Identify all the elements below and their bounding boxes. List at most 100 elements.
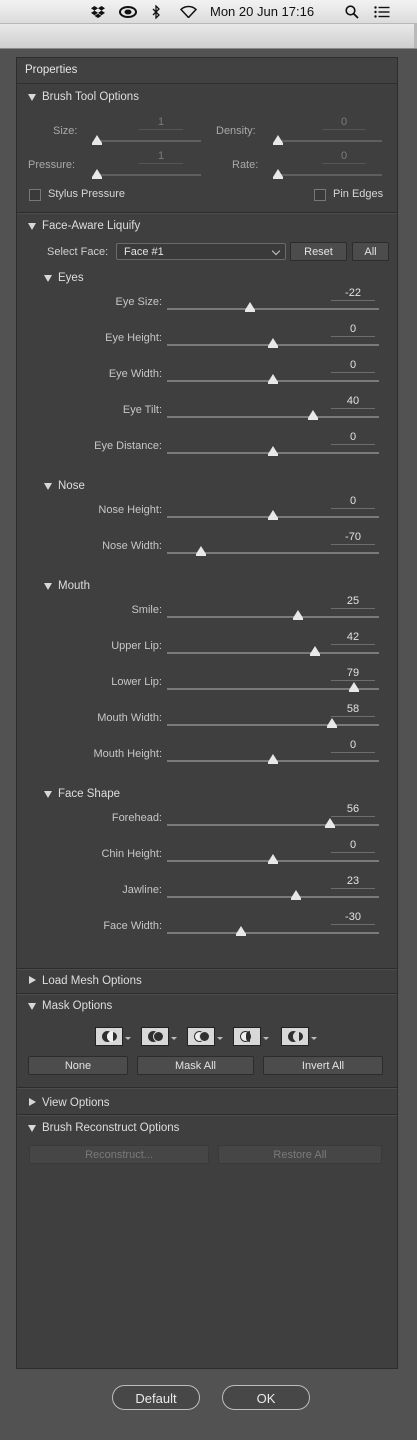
density-slider-thumb[interactable]: [273, 135, 283, 145]
eye-width-slider-thumb[interactable]: [268, 374, 278, 384]
smile-slider-track[interactable]: [167, 616, 379, 618]
collapse-triangle-icon[interactable]: [28, 223, 36, 230]
wifi-icon[interactable]: [178, 3, 198, 20]
chin-height-value[interactable]: 0: [331, 838, 375, 853]
chin-height-slider-thumb[interactable]: [268, 854, 278, 864]
subtract-from-selection-icon[interactable]: [187, 1027, 215, 1046]
lower-lip-value[interactable]: 79: [331, 666, 375, 681]
eye-tilt-slider-track[interactable]: [167, 416, 379, 418]
chevron-down-icon[interactable]: [125, 1037, 131, 1040]
upper-lip-value[interactable]: 42: [331, 630, 375, 645]
replace-selection-icon[interactable]: [95, 1027, 123, 1046]
nose-width-slider-thumb[interactable]: [196, 546, 206, 556]
chevron-down-icon[interactable]: [311, 1037, 317, 1040]
eye-distance-value[interactable]: 0: [331, 430, 375, 445]
upper-lip-slider-track[interactable]: [167, 652, 379, 654]
select-face-dropdown[interactable]: Face #1: [116, 243, 286, 260]
face-width-value[interactable]: -30: [331, 910, 375, 925]
eye-size-value[interactable]: -22: [331, 286, 375, 301]
mouth-width-value[interactable]: 58: [331, 702, 375, 717]
face-shape-group-title[interactable]: Face Shape: [58, 788, 120, 800]
forehead-value[interactable]: 56: [331, 802, 375, 817]
size-slider-track[interactable]: [97, 140, 201, 142]
nose-group-title[interactable]: Nose: [58, 480, 85, 492]
brush-tool-options-title[interactable]: Brush Tool Options: [42, 91, 139, 103]
reset-button[interactable]: Reset: [290, 242, 347, 261]
load-mesh-options-title[interactable]: Load Mesh Options: [42, 975, 142, 987]
dropbox-icon[interactable]: [90, 3, 106, 20]
restore-all-button[interactable]: Restore All: [218, 1145, 382, 1164]
nose-height-value[interactable]: 0: [331, 494, 375, 509]
lower-lip-slider-track[interactable]: [167, 688, 379, 690]
chevron-down-icon[interactable]: [263, 1037, 269, 1040]
eye-height-value[interactable]: 0: [331, 322, 375, 337]
chevron-down-icon[interactable]: [171, 1037, 177, 1040]
density-value[interactable]: 0: [322, 115, 366, 130]
rate-slider-track[interactable]: [278, 174, 382, 176]
eye-size-slider-track[interactable]: [167, 308, 379, 310]
expand-triangle-icon[interactable]: [29, 1098, 36, 1106]
smile-slider-thumb[interactable]: [293, 610, 303, 620]
jawline-value[interactable]: 23: [331, 874, 375, 889]
pin-edges-checkbox[interactable]: [314, 189, 326, 201]
notification-center-icon[interactable]: [372, 3, 392, 20]
bluetooth-icon[interactable]: [149, 3, 163, 20]
pressure-value[interactable]: 1: [139, 149, 183, 164]
reconstruct-button[interactable]: Reconstruct...: [29, 1145, 209, 1164]
intersect-with-selection-icon[interactable]: [233, 1027, 261, 1046]
collapse-triangle-icon[interactable]: [44, 483, 52, 490]
face-aware-liquify-title[interactable]: Face-Aware Liquify: [42, 220, 140, 232]
stylus-pressure-checkbox[interactable]: [29, 189, 41, 201]
nose-height-slider-thumb[interactable]: [268, 510, 278, 520]
eye-tilt-slider-thumb[interactable]: [308, 410, 318, 420]
invert-selection-icon[interactable]: [281, 1027, 309, 1046]
mouth-width-slider-thumb[interactable]: [327, 718, 337, 728]
size-slider-thumb[interactable]: [92, 135, 102, 145]
collapse-triangle-icon[interactable]: [28, 1003, 36, 1010]
collapse-triangle-icon[interactable]: [28, 94, 36, 101]
eye-distance-slider-thumb[interactable]: [268, 446, 278, 456]
collapse-triangle-icon[interactable]: [28, 1125, 36, 1132]
mouth-height-slider-thumb[interactable]: [268, 754, 278, 764]
forehead-slider-track[interactable]: [167, 824, 379, 826]
all-button[interactable]: All: [352, 242, 389, 261]
density-slider-track[interactable]: [278, 140, 382, 142]
collapse-triangle-icon[interactable]: [44, 791, 52, 798]
mouth-width-slider-track[interactable]: [167, 724, 379, 726]
collapse-triangle-icon[interactable]: [44, 275, 52, 282]
lower-lip-slider-thumb[interactable]: [349, 682, 359, 692]
collapse-triangle-icon[interactable]: [44, 583, 52, 590]
face-width-slider-track[interactable]: [167, 932, 379, 934]
creative-cloud-icon[interactable]: [118, 3, 138, 20]
mask-all-button[interactable]: Mask All: [137, 1056, 254, 1075]
smile-value[interactable]: 25: [331, 594, 375, 609]
face-width-slider-thumb[interactable]: [236, 926, 246, 936]
eye-width-value[interactable]: 0: [331, 358, 375, 373]
nose-width-value[interactable]: -70: [331, 530, 375, 545]
forehead-slider-thumb[interactable]: [325, 818, 335, 828]
mouth-height-value[interactable]: 0: [331, 738, 375, 753]
jawline-slider-track[interactable]: [167, 896, 379, 898]
chevron-down-icon[interactable]: [217, 1037, 223, 1040]
size-value[interactable]: 1: [139, 115, 183, 130]
invert-all-button[interactable]: Invert All: [263, 1056, 383, 1075]
expand-triangle-icon[interactable]: [29, 976, 36, 984]
eyes-group-title[interactable]: Eyes: [58, 272, 84, 284]
add-to-selection-icon[interactable]: [141, 1027, 169, 1046]
view-options-title[interactable]: View Options: [42, 1097, 110, 1109]
menubar-clock[interactable]: Mon 20 Jun 17:16: [210, 3, 314, 20]
mask-options-title[interactable]: Mask Options: [42, 1000, 112, 1012]
default-button[interactable]: Default: [112, 1385, 200, 1410]
eye-size-slider-thumb[interactable]: [245, 302, 255, 312]
spotlight-search-icon[interactable]: [343, 3, 361, 20]
brush-reconstruct-options-title[interactable]: Brush Reconstruct Options: [42, 1122, 179, 1134]
ok-button[interactable]: OK: [222, 1385, 310, 1410]
eye-height-slider-thumb[interactable]: [268, 338, 278, 348]
jawline-slider-thumb[interactable]: [291, 890, 301, 900]
mouth-group-title[interactable]: Mouth: [58, 580, 90, 592]
rate-slider-thumb[interactable]: [273, 169, 283, 179]
rate-value[interactable]: 0: [322, 149, 366, 164]
pressure-slider-thumb[interactable]: [92, 169, 102, 179]
upper-lip-slider-thumb[interactable]: [310, 646, 320, 656]
mask-none-button[interactable]: None: [28, 1056, 128, 1075]
